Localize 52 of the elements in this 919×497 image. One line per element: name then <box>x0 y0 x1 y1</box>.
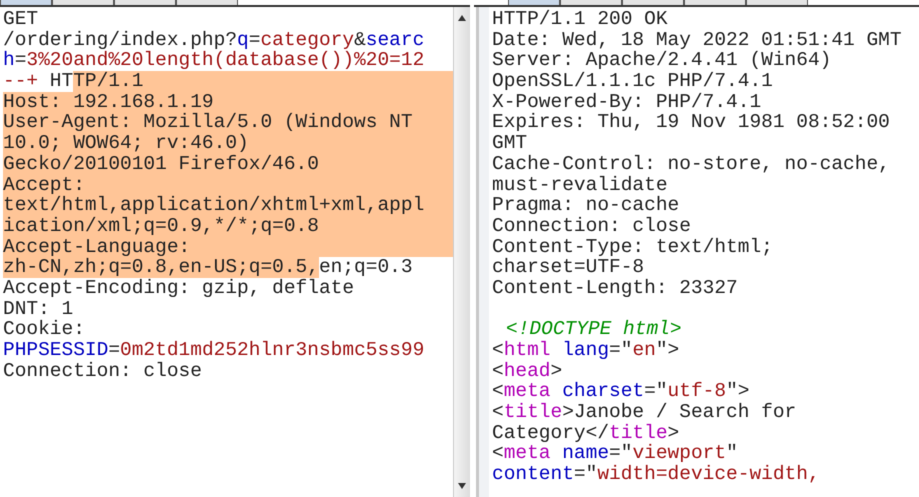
code-line: Gecko/20100101 Firefox/46.0 <box>3 154 453 174</box>
scroll-up-icon[interactable] <box>457 13 467 23</box>
code-line: charset=UTF-8 <box>492 257 646 278</box>
code-line: Connection: close <box>492 216 692 237</box>
code-line: /ordering/index.php?q=category&searc <box>3 30 426 50</box>
code-line: text/html,application/xhtml+xml,appl <box>3 195 453 216</box>
code-line: h=3%20and%20length(database())%20=12 <box>3 50 426 72</box>
code-line: Date: Wed, 18 May 2022 01:51:41 GMT <box>492 30 903 50</box>
code-line: X-Powered-By: PHP/7.4.1 <box>492 92 762 112</box>
code-line: Content-Length: 23327 <box>492 278 739 299</box>
code-line: Pragma: no-cache <box>492 195 680 216</box>
code-line: Content-Type: text/html; <box>492 236 774 258</box>
code-line: must-revalidate <box>492 174 669 196</box>
code-line: Server: Apache/2.4.41 (Win64) <box>492 50 832 72</box>
code-line: --+ HTTP/1.1 <box>3 71 453 92</box>
code-line: <head> <box>492 360 564 382</box>
code-line: DNT: 1 <box>3 298 74 320</box>
code-line: User-Agent: Mozilla/5.0 (Windows NT <box>3 112 453 134</box>
code-line: <html lang="en"> <box>492 340 680 361</box>
code-line: <title>Janobe / Search for <box>492 402 798 423</box>
tab[interactable] <box>52 0 114 5</box>
code-line: ication/xml;q=0.9,*/*;q=0.8 <box>3 216 453 237</box>
scroll-down-icon[interactable] <box>457 481 467 491</box>
tab[interactable] <box>0 0 52 5</box>
code-line: zh-CN,zh;q=0.8,en-US;q=0.5,en;q=0.3 <box>3 257 414 278</box>
code-line: GET <box>3 9 40 30</box>
tab[interactable] <box>746 0 808 5</box>
code-line: GMT <box>492 133 528 154</box>
code-line: Accept: <box>3 174 453 196</box>
code-line: Cache-Control: no-store, no-cache, <box>492 154 891 174</box>
code-line: <meta name="viewport" <box>492 443 739 464</box>
code-line: <meta charset="utf-8"> <box>492 381 750 402</box>
tab[interactable] <box>176 0 238 5</box>
code-line: <!DOCTYPE html> <box>505 319 683 340</box>
code-line: Category</title> <box>492 422 680 444</box>
scrollbar[interactable] <box>453 7 470 497</box>
code-line: Accept-Encoding: gzip, deflate <box>3 278 356 299</box>
code-line: Accept-Language: <box>3 236 453 258</box>
tab[interactable] <box>114 0 176 5</box>
code-line: Expires: Thu, 19 Nov 1981 08:52:00 <box>492 112 891 134</box>
tab[interactable] <box>508 0 560 5</box>
tab[interactable] <box>622 0 684 5</box>
code-line: 10.0; WOW64; rv:46.0) <box>3 133 453 154</box>
code-line: Cookie: <box>3 319 86 340</box>
tab[interactable] <box>684 0 746 5</box>
tab[interactable] <box>560 0 622 5</box>
code-line: Connection: close <box>3 360 203 382</box>
code-line: Host: 192.168.1.19 <box>3 92 453 112</box>
code-line: HTTP/1.1 200 OK <box>492 9 669 30</box>
code-line: PHPSESSID=0m2td1md252hlnr3nsbmc5ss99 <box>3 340 426 361</box>
code-line: OpenSSL/1.1.1c PHP/7.4.1 <box>492 71 774 92</box>
code-line: content="width=device-width, <box>492 464 821 485</box>
